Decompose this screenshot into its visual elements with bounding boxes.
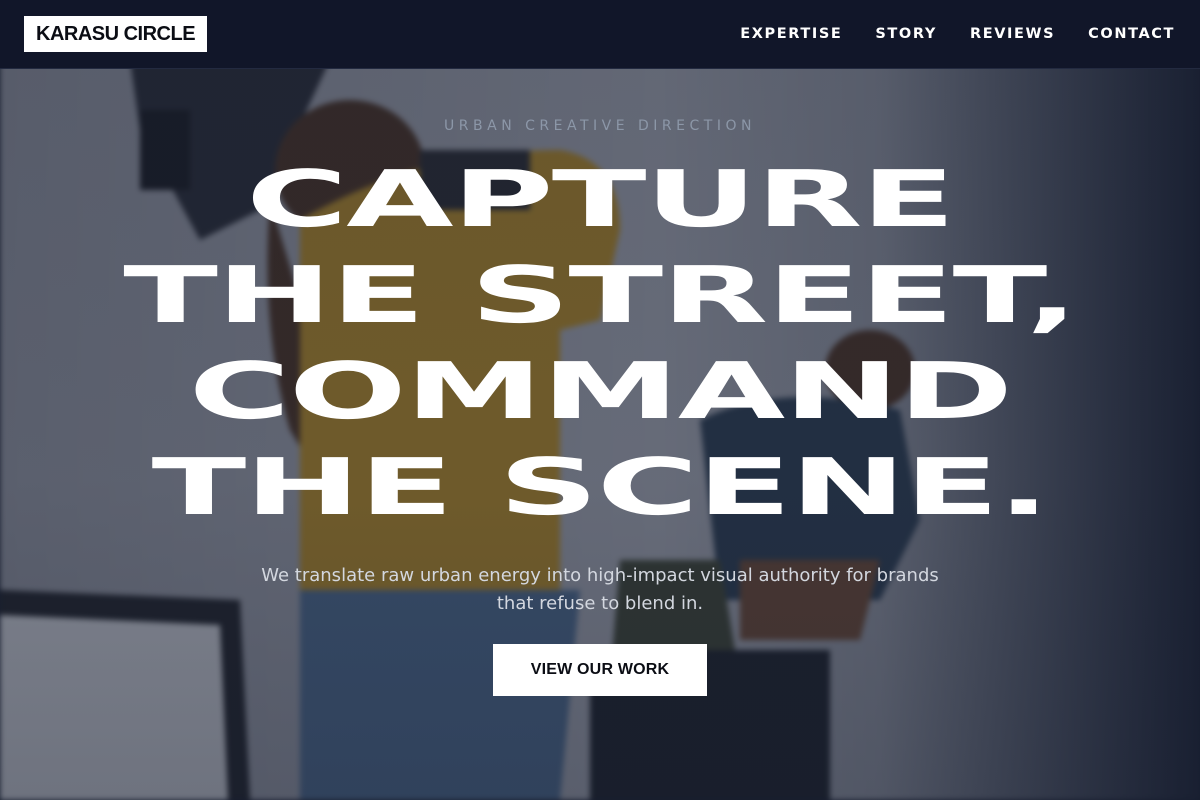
headline-line-4: THE SCENE. [151,443,1051,533]
headline-line-3: COMMAND [188,347,1013,437]
headline-line-1: CAPTURE [246,155,956,245]
view-our-work-button[interactable]: VIEW OUR WORK [493,644,707,696]
nav-link-expertise[interactable]: EXPERTISE [740,26,842,42]
nav-link-story[interactable]: STORY [875,26,937,42]
nav-link-reviews[interactable]: REVIEWS [970,26,1055,42]
headline-line-2: THE STREET, [123,251,1078,341]
hero-eyebrow: URBAN CREATIVE DIRECTION [444,118,756,134]
nav-link-contact[interactable]: CONTACT [1088,26,1175,42]
brand-logo[interactable]: KARASU CIRCLE [24,16,208,52]
primary-nav: EXPERTISE STORY REVIEWS CONTACT [707,0,1175,68]
hero-headline: CAPTURE THE STREET, COMMAND THE SCENE. [0,152,1200,536]
top-navbar: KARASU CIRCLE EXPERTISE STORY REVIEWS CO… [0,0,1200,69]
hero-subtitle: We translate raw urban energy into high-… [261,565,939,614]
